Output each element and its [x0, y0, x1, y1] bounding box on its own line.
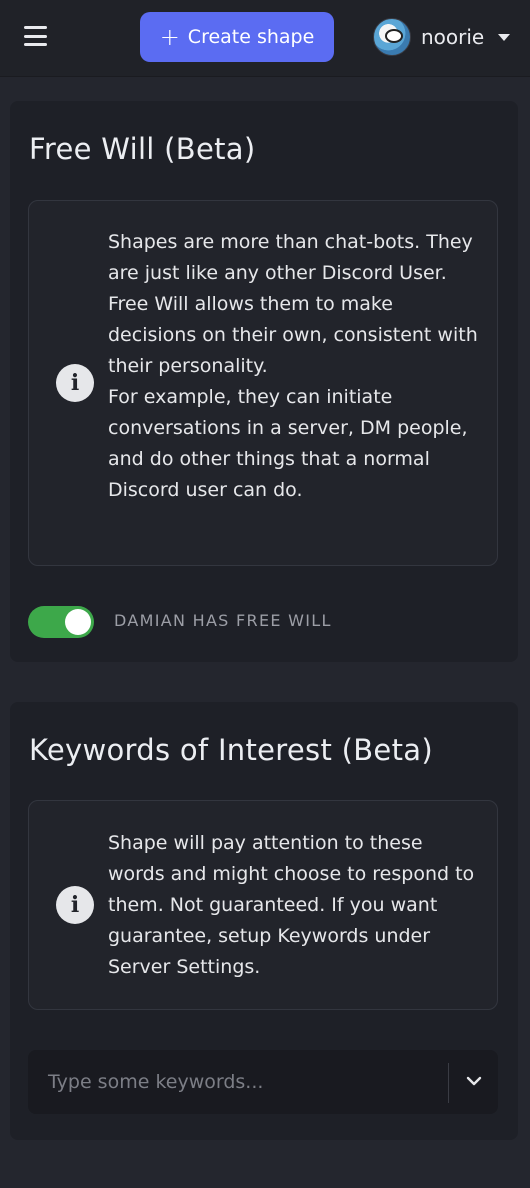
plus-icon: + [159, 23, 180, 51]
info-paragraph: Shape will pay attention to these words … [108, 832, 475, 978]
create-shape-label: Create shape [187, 26, 315, 48]
keywords-placeholder: Type some keywords... [48, 1071, 264, 1093]
keywords-title: Keywords of Interest (Beta) [29, 733, 433, 767]
free-will-info-text: Shapes are more than chat-bots. They are… [108, 227, 478, 506]
keywords-input[interactable]: Type some keywords... [28, 1050, 498, 1114]
free-will-title: Free Will (Beta) [29, 132, 256, 166]
hamburger-menu-icon[interactable] [24, 26, 47, 46]
free-will-card: Free Will (Beta) i Shapes are more than … [10, 101, 518, 662]
user-menu[interactable]: noorie [373, 18, 511, 56]
keywords-info-text: Shape will pay attention to these words … [108, 828, 478, 983]
info-icon: i [56, 364, 94, 402]
info-paragraph: For example, they can initiate conversat… [108, 386, 468, 501]
info-icon: i [56, 886, 94, 924]
keywords-card: Keywords of Interest (Beta) i Shape will… [10, 702, 518, 1140]
caret-down-icon [498, 33, 511, 41]
keywords-info-box: i Shape will pay attention to these word… [28, 800, 498, 1010]
chevron-down-icon[interactable] [465, 1074, 483, 1088]
free-will-toggle[interactable] [28, 606, 94, 638]
username: noorie [421, 25, 485, 49]
free-will-info-box: i Shapes are more than chat-bots. They a… [28, 200, 498, 566]
top-navbar: + Create shape noorie [0, 0, 530, 77]
avatar [373, 18, 411, 56]
toggle-knob [65, 609, 91, 635]
info-paragraph: Shapes are more than chat-bots. They are… [108, 231, 473, 284]
free-will-toggle-label: DAMIAN HAS FREE WILL [114, 611, 332, 630]
input-divider [448, 1063, 449, 1103]
info-paragraph: Free Will allows them to make decisions … [108, 293, 478, 377]
create-shape-button[interactable]: + Create shape [140, 12, 334, 62]
